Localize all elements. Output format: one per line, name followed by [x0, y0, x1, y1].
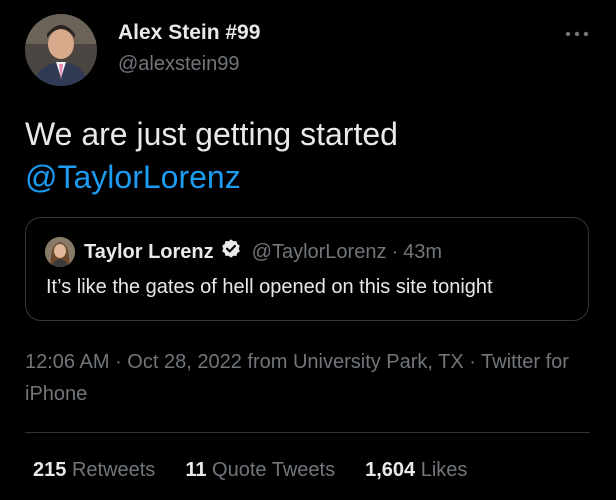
quoted-timestamp[interactable]: 43m: [403, 241, 442, 264]
stat-count: 215: [33, 459, 67, 481]
quoted-tweet-text: It’s like the gates of hell opened on th…: [46, 276, 493, 298]
divider: [25, 432, 590, 433]
quoted-tweet-card[interactable]: Taylor Lorenz @TaylorLorenz · 43m It’s l…: [25, 217, 589, 321]
tweet-mention-link[interactable]: @TaylorLorenz: [25, 156, 595, 199]
verified-badge-icon: [214, 238, 252, 266]
tweet-metadata: 12:06 AM · Oct 28, 2022 from University …: [25, 346, 585, 410]
stat-quote-tweets[interactable]: 11 Quote Tweets: [185, 459, 335, 482]
meta-from: from: [241, 351, 293, 373]
quoted-author-name[interactable]: Taylor Lorenz: [84, 241, 214, 264]
tweet-text: We are just getting started @TaylorLoren…: [25, 113, 595, 199]
meta-separator: ·: [109, 351, 128, 373]
quoted-author-handle[interactable]: @TaylorLorenz: [252, 241, 387, 264]
quoted-author-avatar[interactable]: [45, 237, 75, 267]
meta-separator: ·: [463, 351, 482, 373]
tweet-text-body: We are just getting started: [25, 116, 398, 152]
author-avatar[interactable]: [25, 14, 97, 86]
author-name[interactable]: Alex Stein #99: [118, 21, 260, 45]
author-handle[interactable]: @alexstein99: [118, 53, 239, 76]
tweet-date[interactable]: Oct 28, 2022: [127, 351, 242, 373]
stat-label: Retweets: [71, 459, 156, 481]
tweet-stats: 215 Retweets 11 Quote Tweets 1,604 Likes: [33, 459, 497, 482]
author-avatar-image: [25, 14, 97, 86]
stat-count: 1,604: [365, 459, 416, 481]
quoted-separator: ·: [391, 240, 399, 263]
stat-likes[interactable]: 1,604 Likes: [365, 459, 467, 482]
quoted-author-avatar-image: [45, 237, 75, 267]
stat-count: 11: [185, 459, 207, 481]
tweet-location[interactable]: University Park, TX: [293, 351, 464, 373]
stat-retweets[interactable]: 215 Retweets: [33, 459, 155, 482]
stat-label: Likes: [420, 459, 468, 481]
stat-label: Quote Tweets: [212, 459, 336, 481]
quoted-tweet-header: Taylor Lorenz @TaylorLorenz · 43m: [84, 237, 442, 267]
more-horizontal-icon[interactable]: [564, 24, 590, 44]
tweet-time[interactable]: 12:06 AM: [25, 351, 110, 373]
